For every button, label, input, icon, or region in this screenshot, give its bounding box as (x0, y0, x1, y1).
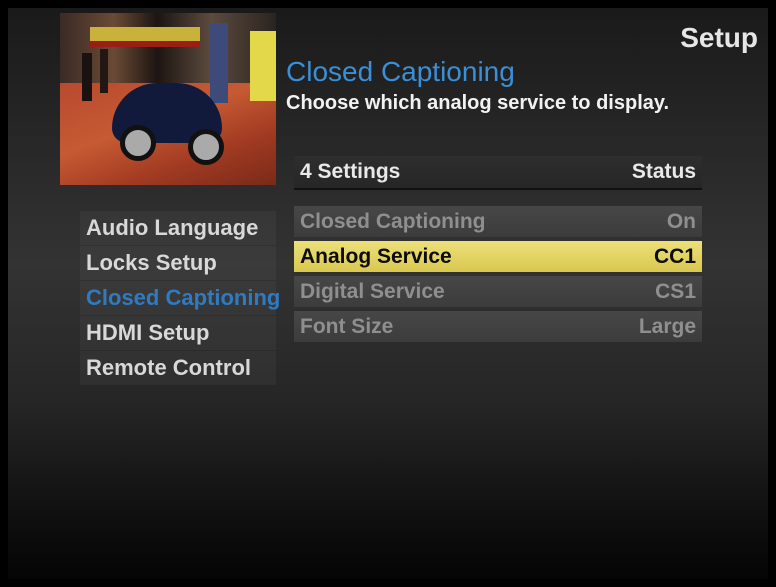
setting-value: Large (638, 315, 696, 338)
setting-label: Analog Service (300, 245, 452, 268)
setup-menu: Audio Language Locks Setup Closed Captio… (80, 211, 280, 386)
setting-value: CS1 (655, 280, 696, 303)
setting-value: CC1 (653, 245, 696, 268)
preview-person (100, 49, 108, 93)
live-tv-preview (60, 13, 276, 185)
preview-banner (90, 27, 200, 41)
setting-label: Font Size (300, 315, 394, 338)
screen-title: Setup (680, 22, 758, 53)
preview-background (60, 13, 276, 83)
setting-label: Digital Service (300, 280, 445, 303)
preview-wheel (188, 129, 224, 165)
setting-row-font-size[interactable]: Font Size Large (294, 311, 702, 342)
preview-pillar (210, 23, 228, 103)
menu-item-hdmi-setup[interactable]: HDMI Setup (80, 316, 276, 350)
preview-banner-strip (90, 41, 200, 47)
setting-row-closed-captioning[interactable]: Closed Captioning On (294, 206, 702, 237)
setting-row-digital-service[interactable]: Digital Service CS1 (294, 276, 702, 307)
preview-wheel (120, 125, 156, 161)
setting-value: On (666, 210, 696, 233)
menu-item-audio-language[interactable]: Audio Language (80, 211, 276, 245)
instruction-text: Choose which analog service to display. (286, 92, 670, 114)
preview-sign (250, 31, 276, 101)
section-title: Closed Captioning (286, 56, 515, 87)
preview-person (82, 53, 92, 101)
setting-row-analog-service[interactable]: Analog Service CC1 (294, 241, 702, 272)
menu-item-closed-captioning[interactable]: Closed Captioning (80, 281, 280, 315)
menu-item-locks-setup[interactable]: Locks Setup (80, 246, 276, 280)
settings-header: 4 Settings Status (294, 156, 702, 190)
settings-list: Closed Captioning On Analog Service CC1 … (294, 206, 702, 346)
menu-item-remote-control[interactable]: Remote Control (80, 351, 276, 385)
tv-screen: Setup Closed Captioning Choose which ana… (8, 8, 768, 579)
settings-count: 4 Settings (300, 160, 401, 183)
setting-label: Closed Captioning (300, 210, 486, 233)
status-column-label: Status (631, 160, 696, 183)
